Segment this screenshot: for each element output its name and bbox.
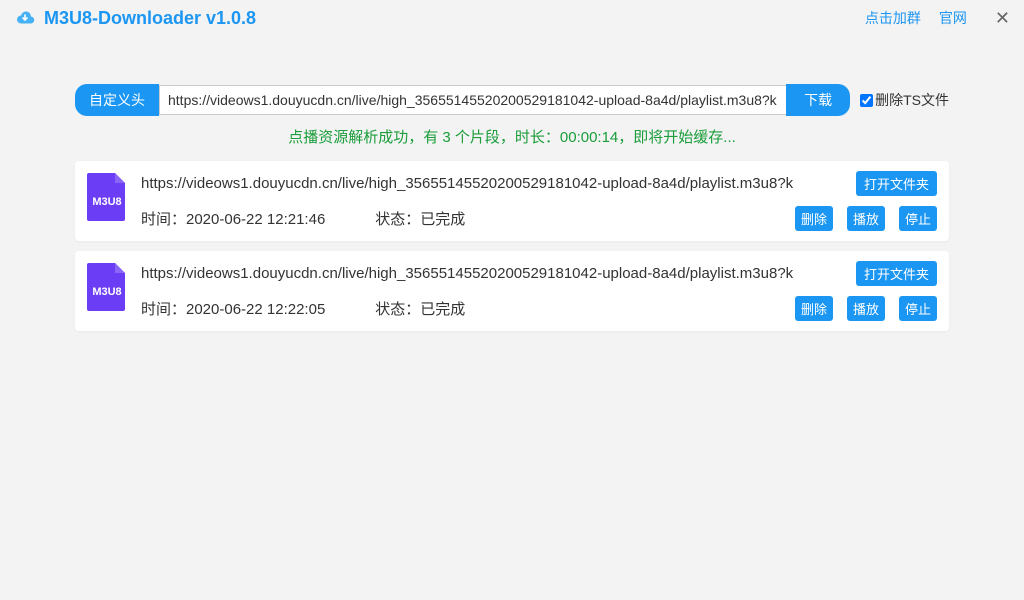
download-list: M3U8 https://videows1.douyucdn.cn/live/h… (75, 161, 949, 331)
stop-button[interactable]: 停止 (899, 206, 937, 231)
delete-button[interactable]: 删除 (795, 296, 833, 321)
main-content: 自定义头 下载 删除TS文件 点播资源解析成功，有 3 个片段，时长：00:00… (0, 36, 1024, 331)
download-item-row-2: 时间：2020-06-22 12:22:05 状态：已完成 删除 播放 停止 (141, 296, 937, 321)
titlebar: M3U8-Downloader v1.0.8 点击加群 官网 ✕ (0, 0, 1024, 36)
app-title: M3U8-Downloader v1.0.8 (44, 8, 865, 29)
custom-header-button[interactable]: 自定义头 (75, 84, 159, 116)
stop-button[interactable]: 停止 (899, 296, 937, 321)
play-button[interactable]: 播放 (847, 296, 885, 321)
svg-text:M3U8: M3U8 (92, 196, 121, 208)
input-row: 自定义头 下载 删除TS文件 (75, 84, 949, 116)
download-item: M3U8 https://videows1.douyucdn.cn/live/h… (75, 251, 949, 331)
download-item-row-1: https://videows1.douyucdn.cn/live/high_3… (141, 171, 937, 196)
download-item-row-1: https://videows1.douyucdn.cn/live/high_3… (141, 261, 937, 286)
url-input[interactable] (159, 85, 786, 115)
delete-ts-label: 删除TS文件 (875, 90, 949, 110)
download-status: 状态：已完成 (375, 208, 465, 229)
download-item-body: https://videows1.douyucdn.cn/live/high_3… (141, 261, 937, 321)
join-group-link[interactable]: 点击加群 (865, 8, 921, 28)
delete-ts-checkbox[interactable] (860, 94, 873, 107)
official-site-link[interactable]: 官网 (939, 8, 967, 28)
download-url: https://videows1.douyucdn.cn/live/high_3… (141, 175, 846, 192)
download-item: M3U8 https://videows1.douyucdn.cn/live/h… (75, 161, 949, 241)
delete-ts-option[interactable]: 删除TS文件 (860, 90, 949, 110)
download-item-body: https://videows1.douyucdn.cn/live/high_3… (141, 171, 937, 231)
status-message: 点播资源解析成功，有 3 个片段，时长：00:00:14，即将开始缓存... (75, 126, 949, 147)
close-icon[interactable]: ✕ (991, 8, 1014, 29)
play-button[interactable]: 播放 (847, 206, 885, 231)
app-logo-icon (14, 7, 36, 29)
download-time: 时间：2020-06-22 12:21:46 (141, 208, 325, 229)
download-item-row-2: 时间：2020-06-22 12:21:46 状态：已完成 删除 播放 停止 (141, 206, 937, 231)
svg-text:M3U8: M3U8 (92, 286, 121, 298)
open-folder-button[interactable]: 打开文件夹 (856, 171, 937, 196)
open-folder-button[interactable]: 打开文件夹 (856, 261, 937, 286)
download-url: https://videows1.douyucdn.cn/live/high_3… (141, 265, 846, 282)
download-status: 状态：已完成 (375, 298, 465, 319)
download-time: 时间：2020-06-22 12:22:05 (141, 298, 325, 319)
file-type-icon: M3U8 (85, 261, 129, 313)
delete-button[interactable]: 删除 (795, 206, 833, 231)
file-type-icon: M3U8 (85, 171, 129, 223)
download-button[interactable]: 下载 (786, 84, 850, 116)
